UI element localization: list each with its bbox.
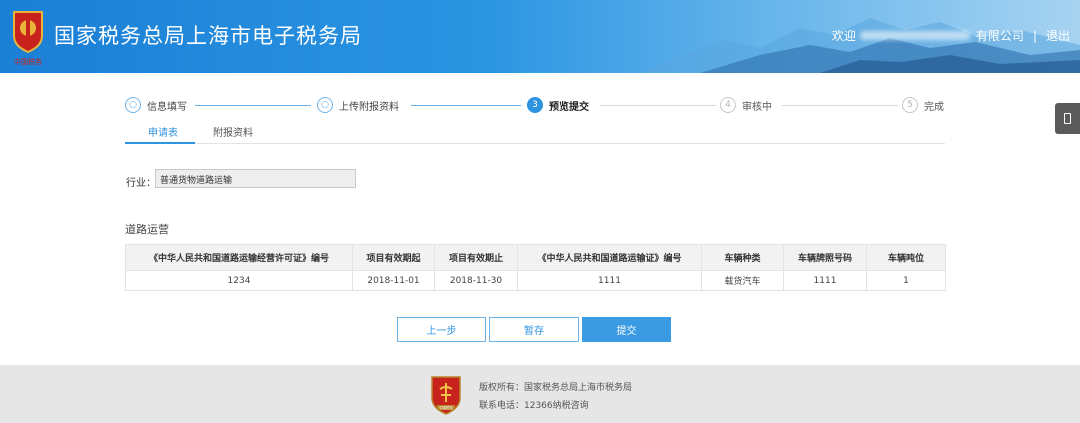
step-circle-icon: 3 bbox=[527, 97, 543, 113]
table-header-row: 《中华人民共和国道路运输经营许可证》编号 项目有效期起 项目有效期止 《中华人民… bbox=[125, 244, 946, 271]
table-row: 1234 2018-11-01 2018-11-30 1111 载货汽车 111… bbox=[125, 270, 946, 291]
content-tabs: 申请表 附报资料 bbox=[125, 121, 945, 144]
active-tab-indicator bbox=[125, 142, 195, 144]
previous-step-button[interactable]: 上一步 bbox=[397, 317, 486, 342]
submit-button[interactable]: 提交 bbox=[582, 317, 671, 342]
step-connector bbox=[195, 105, 311, 106]
footer-logo-caption: 中国税务 bbox=[439, 405, 453, 410]
tax-shield-logo-icon: 中国税务 bbox=[431, 376, 461, 415]
save-draft-button[interactable]: 暂存 bbox=[489, 317, 579, 342]
tab-attachments[interactable]: 附报资料 bbox=[213, 124, 253, 139]
tab-application-form[interactable]: 申请表 bbox=[148, 124, 178, 139]
table-cell: 1111 bbox=[783, 270, 867, 291]
step-label: 上传附报资料 bbox=[339, 101, 399, 113]
user-area: 欢迎 有限公司 | 退出 bbox=[832, 27, 1070, 44]
side-panel-toggle[interactable] bbox=[1055, 103, 1080, 134]
copyright-text: 版权所有：国家税务总局上海市税务局 bbox=[479, 383, 633, 393]
separator: | bbox=[1032, 28, 1037, 43]
page-footer: 中国税务 版权所有：国家税务总局上海市税务局 联系电话：12366纳税咨询 bbox=[0, 365, 1080, 423]
industry-field: 普通货物道路运输 bbox=[155, 169, 356, 188]
table-cell: 1111 bbox=[517, 270, 702, 291]
column-header: 车辆吨位 bbox=[866, 244, 946, 271]
step-label: 完成 bbox=[924, 101, 944, 113]
table-cell: 1234 bbox=[125, 270, 353, 291]
step-preview-submit: 3 预览提交 bbox=[527, 96, 589, 114]
top-header: 中国税务 国家税务总局上海市电子税务局 欢迎 有限公司 | 退出 bbox=[0, 0, 1080, 73]
site-title: 国家税务总局上海市电子税务局 bbox=[54, 24, 362, 48]
redacted-username bbox=[859, 31, 970, 40]
column-header: 车辆牌照号码 bbox=[783, 244, 867, 271]
step-upload-attachments: ○ 上传附报资料 bbox=[317, 96, 399, 114]
step-circle-icon: 5 bbox=[902, 97, 918, 113]
road-operation-table: 《中华人民共和国道路运输经营许可证》编号 项目有效期起 项目有效期止 《中华人民… bbox=[125, 244, 946, 291]
step-circle-icon: ○ bbox=[125, 97, 141, 113]
step-label: 预览提交 bbox=[549, 101, 589, 113]
logout-link[interactable]: 退出 bbox=[1046, 27, 1070, 44]
step-complete: 5 完成 bbox=[902, 96, 944, 114]
table-cell: 1 bbox=[866, 270, 946, 291]
industry-label: 行业： bbox=[126, 178, 156, 189]
column-header: 《中华人民共和国道路运输经营许可证》编号 bbox=[125, 244, 353, 271]
column-header: 《中华人民共和国道路运输证》编号 bbox=[517, 244, 702, 271]
company-name-suffix: 有限公司 bbox=[975, 29, 1024, 43]
step-info-fill: ○ 信息填写 bbox=[125, 96, 187, 114]
step-circle-icon: ○ bbox=[317, 97, 333, 113]
section-title-road-operation: 道路运营 bbox=[125, 223, 169, 236]
logo-caption: 中国税务 bbox=[14, 57, 42, 66]
step-label: 信息填写 bbox=[147, 101, 187, 113]
column-header: 项目有效期起 bbox=[352, 244, 435, 271]
step-connector bbox=[782, 105, 898, 106]
footer-info: 版权所有：国家税务总局上海市税务局 联系电话：12366纳税咨询 bbox=[479, 379, 632, 415]
step-under-review: 4 审核中 bbox=[720, 96, 772, 114]
table-cell: 2018-11-01 bbox=[352, 270, 435, 291]
welcome-text: 欢迎 bbox=[831, 29, 856, 43]
step-label: 审核中 bbox=[742, 101, 772, 113]
table-cell: 载货汽车 bbox=[701, 270, 784, 291]
phone-icon bbox=[1064, 113, 1071, 124]
contact-text: 联系电话：12366纳税咨询 bbox=[479, 401, 589, 411]
progress-steps: ○ 信息填写 ○ 上传附报资料 3 预览提交 4 审核中 5 完成 bbox=[125, 96, 945, 116]
table-cell: 2018-11-30 bbox=[434, 270, 518, 291]
column-header: 项目有效期止 bbox=[434, 244, 518, 271]
step-connector bbox=[600, 105, 716, 106]
tax-emblem-logo-icon: 中国税务 bbox=[13, 11, 43, 66]
column-header: 车辆种类 bbox=[701, 244, 784, 271]
step-circle-icon: 4 bbox=[720, 97, 736, 113]
step-connector bbox=[411, 105, 521, 106]
